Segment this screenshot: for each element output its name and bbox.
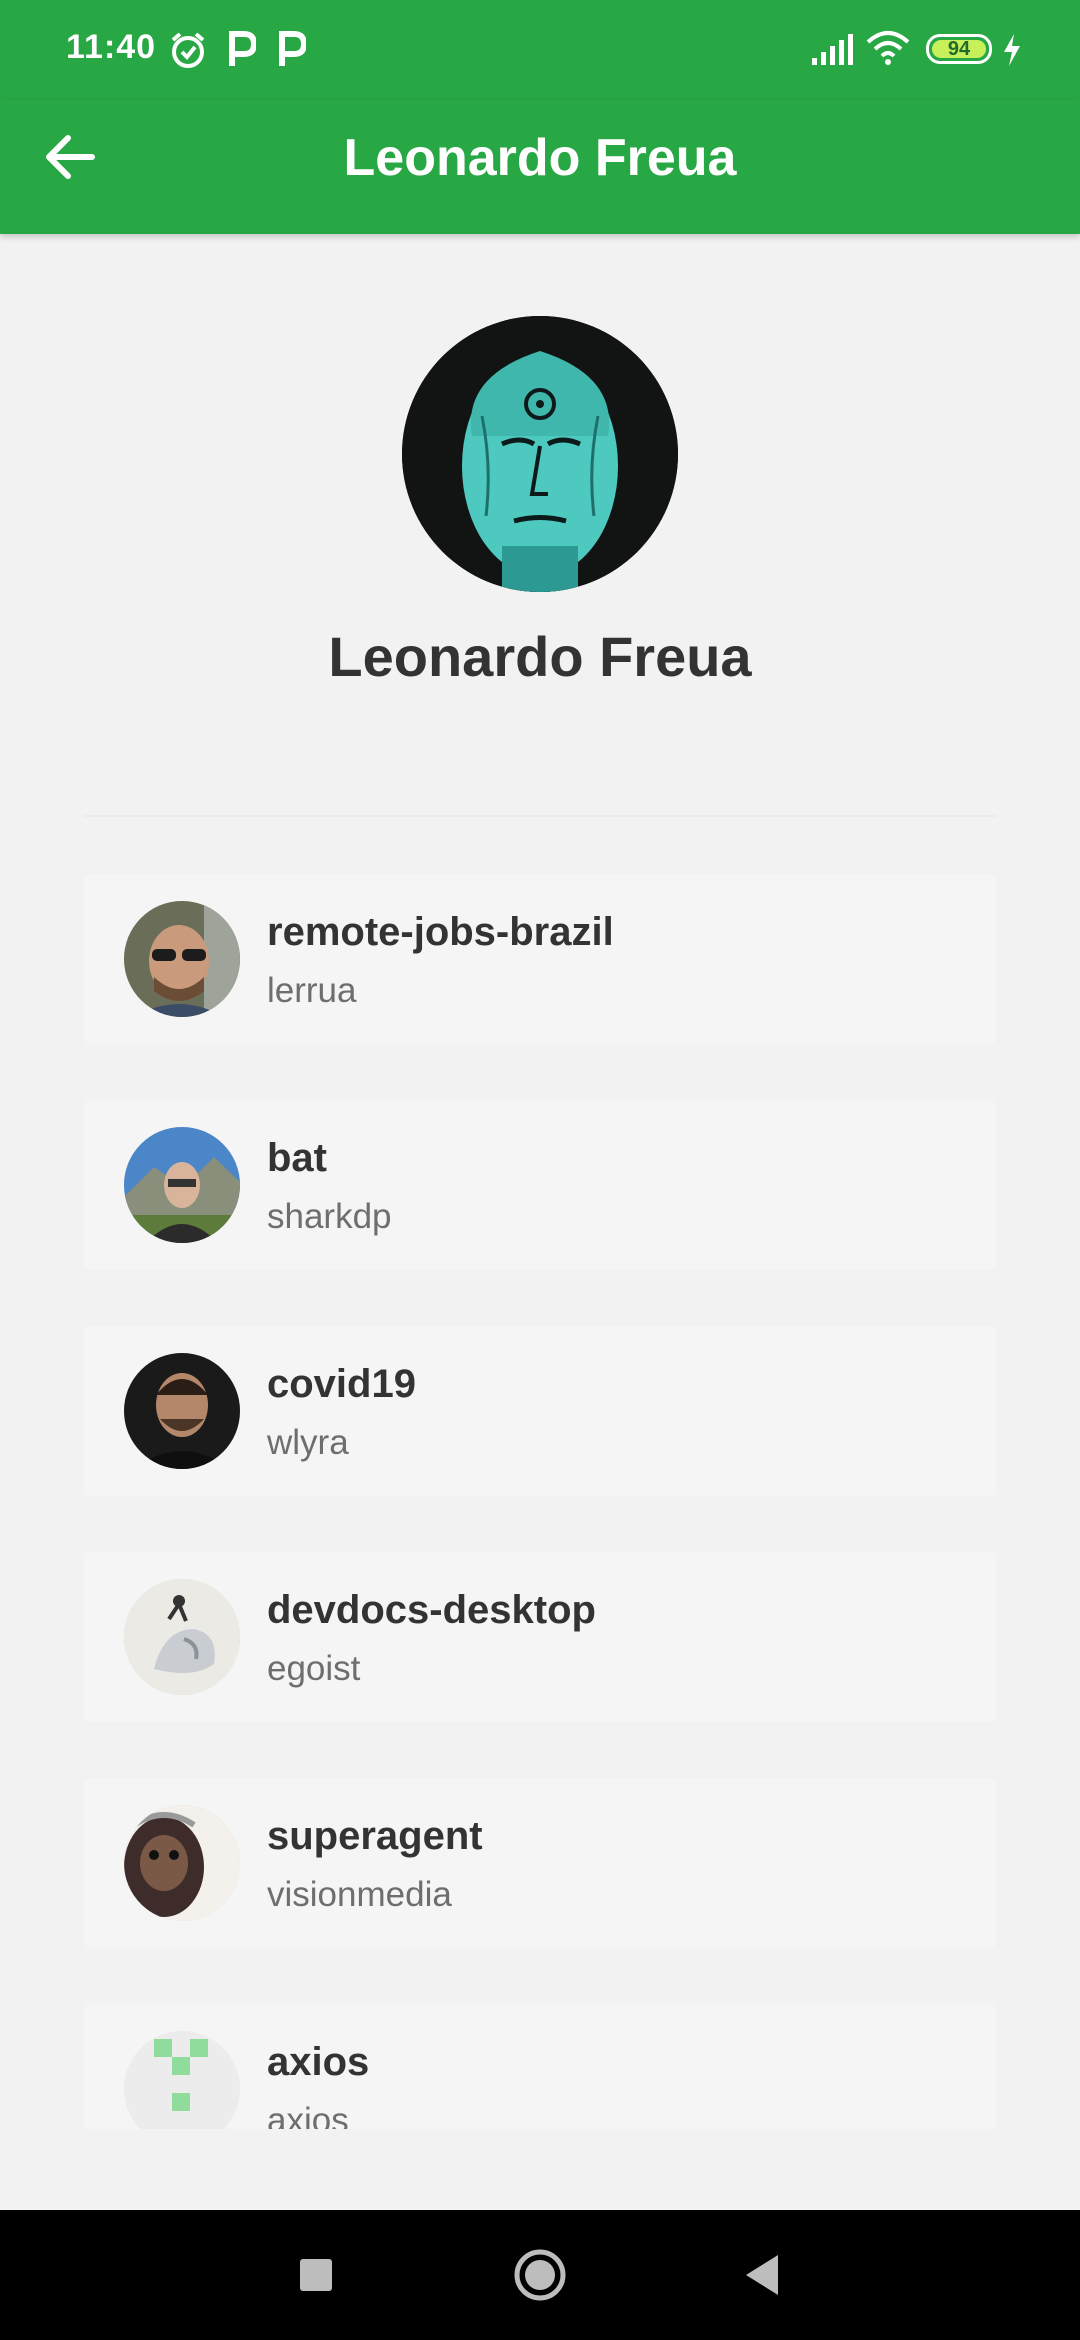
- battery-level: 94: [947, 38, 971, 60]
- owner-avatar-image: [124, 1353, 240, 1469]
- profile-avatar-image: [402, 316, 678, 592]
- repository-card[interactable]: covid19 wlyra: [84, 1326, 996, 1496]
- owner-avatar-image: [124, 901, 240, 1017]
- parking-icon: [229, 31, 256, 66]
- repository-owner: sharkdp: [267, 1197, 392, 1236]
- repository-owner: egoist: [267, 1649, 361, 1688]
- repository-list[interactable]: remote-jobs-brazil lerrua bat sharkdp co…: [84, 874, 996, 2129]
- status-bar: 11:40 94: [0, 0, 1080, 100]
- battery-icon: 94: [926, 34, 992, 64]
- owner-avatar: [124, 2031, 240, 2129]
- alarm-icon: [171, 32, 205, 68]
- repository-owner: axios: [267, 2101, 349, 2129]
- repository-card[interactable]: devdocs-desktop egoist: [84, 1552, 996, 1722]
- owner-avatar: [124, 901, 240, 1017]
- owner-avatar-image: [124, 1127, 240, 1243]
- repository-card[interactable]: remote-jobs-brazil lerrua: [84, 874, 996, 1044]
- profile-avatar: [402, 316, 678, 592]
- profile-name: Leonardo Freua: [328, 625, 752, 688]
- owner-avatar: [124, 1805, 240, 1921]
- repository-name: bat: [267, 1136, 327, 1180]
- repository-name: covid19: [267, 1362, 416, 1406]
- navigation-bar: [0, 2210, 1080, 2340]
- app-bar: Leonardo Freua: [0, 100, 1080, 234]
- repository-name: devdocs-desktop: [267, 1588, 596, 1632]
- wifi-icon: [866, 31, 910, 65]
- parking-icon: [279, 31, 306, 66]
- owner-avatar-image: [124, 2031, 240, 2129]
- repository-name: remote-jobs-brazil: [267, 910, 614, 954]
- owner-avatar: [124, 1353, 240, 1469]
- repository-owner: visionmedia: [267, 1875, 452, 1914]
- owner-avatar-image: [124, 1579, 240, 1695]
- back-icon[interactable]: [724, 2235, 804, 2315]
- owner-avatar: [124, 1579, 240, 1695]
- owner-avatar-image: [124, 1805, 240, 1921]
- signal-icon: [812, 34, 853, 65]
- repository-card[interactable]: axios axios: [84, 2004, 996, 2129]
- repository-owner: wlyra: [267, 1423, 349, 1462]
- repository-name: axios: [267, 2040, 370, 2084]
- repository-owner: lerrua: [267, 971, 357, 1010]
- recents-icon[interactable]: [276, 2235, 356, 2315]
- charging-icon: [1004, 34, 1020, 66]
- status-time: 11:40: [66, 28, 157, 66]
- repository-name: superagent: [267, 1814, 483, 1858]
- screen: 11:40 94 Leonardo Freua Leonardo Freua r…: [0, 0, 1080, 2340]
- divider: [84, 815, 996, 817]
- page-title: Leonardo Freua: [343, 129, 737, 187]
- home-icon[interactable]: [500, 2235, 580, 2315]
- owner-avatar: [124, 1127, 240, 1243]
- repository-card[interactable]: superagent visionmedia: [84, 1778, 996, 1948]
- repository-card[interactable]: bat sharkdp: [84, 1100, 996, 1270]
